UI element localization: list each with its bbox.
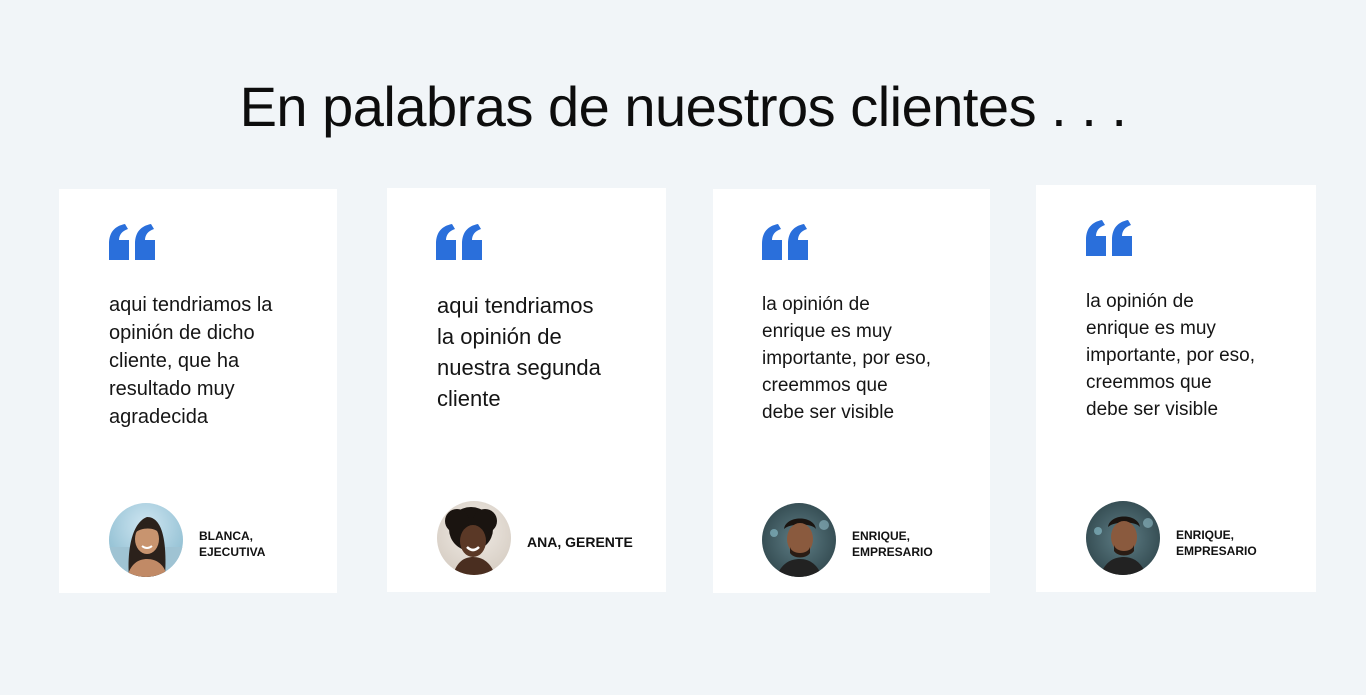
testimonial-quote: la opinión de enrique es muy importante,… xyxy=(762,294,931,423)
testimonial-author: ENRIQUE, EMPRESARIO xyxy=(1176,528,1257,558)
man-portrait-avatar xyxy=(1086,501,1160,575)
testimonial-card: la opinión de enrique es muy importante,… xyxy=(1036,185,1316,592)
testimonial-card: aqui tendriamos la opinión de dicho clie… xyxy=(59,189,337,593)
testimonial-card: aqui tendriamos la opinión de nuestra se… xyxy=(387,188,666,592)
man-portrait-avatar xyxy=(762,503,836,577)
quote-icon xyxy=(109,224,155,260)
quote-icon xyxy=(1086,220,1132,256)
quote-icon xyxy=(762,224,808,260)
testimonial-author: ANA, GERENTE xyxy=(527,534,633,550)
testimonial-author: ENRIQUE, EMPRESARIO xyxy=(852,529,933,559)
testimonial-quote: la opinión de enrique es muy importante,… xyxy=(1086,291,1255,420)
testimonial-author: BLANCA, EJECUTIVA xyxy=(199,529,266,559)
testimonial-quote: aqui tendriamos la opinión de nuestra se… xyxy=(437,293,601,411)
testimonial-quote: aqui tendriamos la opinión de dicho clie… xyxy=(109,294,273,428)
page-title: En palabras de nuestros clientes . . . xyxy=(239,75,1127,138)
testimonial-card: la opinión de enrique es muy importante,… xyxy=(713,189,990,593)
woman-portrait-avatar xyxy=(109,503,183,577)
woman-portrait-avatar xyxy=(437,501,511,575)
quote-icon xyxy=(436,224,482,260)
